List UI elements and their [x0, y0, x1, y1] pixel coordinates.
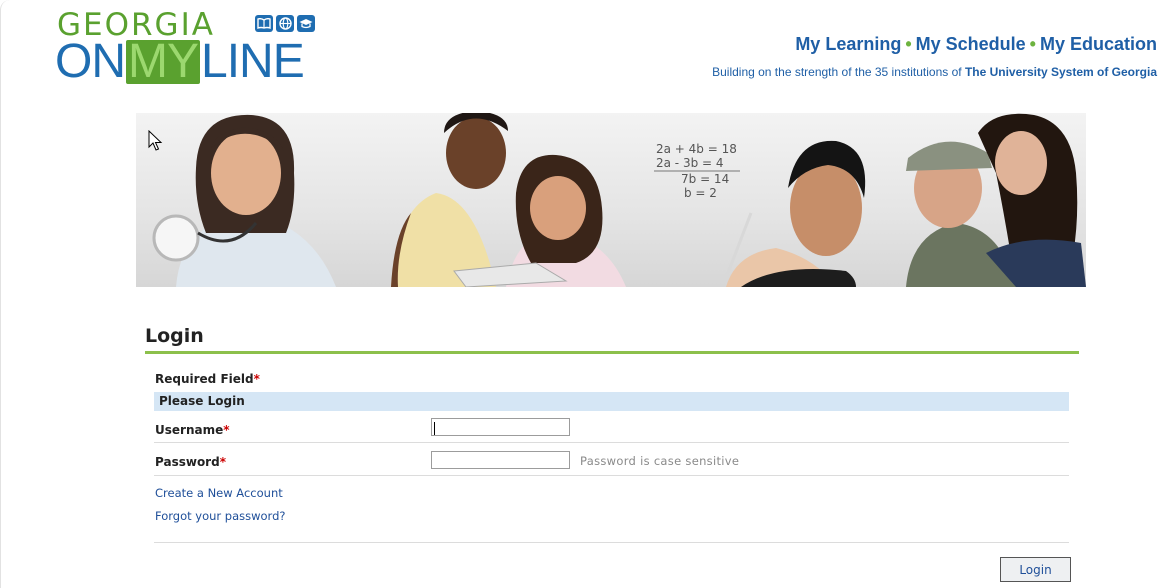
logo-icon-group [255, 15, 315, 32]
text-caret [434, 422, 435, 435]
required-field-note: Required Field* [155, 372, 260, 386]
math-line-4: b = 2 [684, 186, 717, 200]
banner-person-student [724, 140, 866, 287]
password-input[interactable] [431, 451, 570, 469]
password-label-text: Password [155, 455, 220, 469]
subline-usg: The University System of Georgia [964, 65, 1157, 79]
header-subline: Building on the strength of the 35 insti… [712, 65, 1157, 79]
row-divider [154, 442, 1069, 443]
banner-person-nurse [152, 114, 336, 287]
globe-icon [276, 15, 294, 32]
header-tagline: My Learning • My Schedule • My Education [795, 34, 1157, 55]
forgot-password-link[interactable]: Forgot your password? [155, 509, 285, 523]
page-frame-edge [0, 0, 11, 588]
math-line-2: 2a - 3b = 4 [656, 156, 724, 170]
logo-onmyline-text: ONMYLINE [55, 35, 305, 88]
username-input[interactable] [431, 418, 570, 436]
username-label-text: Username [155, 423, 224, 437]
create-account-link[interactable]: Create a New Account [155, 486, 283, 500]
banner-math-equations: 2a + 4b = 18 2a - 3b = 4 7b = 14 b = 2 [654, 142, 740, 200]
mouse-cursor-icon [148, 130, 163, 151]
required-star: * [219, 455, 226, 469]
password-label: Password* [155, 455, 226, 469]
required-star: * [223, 423, 230, 437]
login-heading: Login [145, 325, 204, 347]
tagline-dot: • [905, 34, 912, 54]
required-star: * [253, 372, 260, 386]
subline-text: Building on the strength of the 35 insti… [712, 65, 962, 79]
tagline-my-education: My Education [1039, 34, 1157, 54]
tagline-my-learning: My Learning [795, 34, 902, 54]
graduation-cap-icon [297, 15, 315, 32]
logo-on: ON [55, 35, 126, 88]
tagline-my-schedule: My Schedule [915, 34, 1026, 54]
book-icon [255, 15, 273, 32]
username-label: Username* [155, 423, 230, 437]
logo-line: LINE [201, 35, 305, 88]
logo-my: MY [126, 35, 200, 88]
hero-banner-image: 2a + 4b = 18 2a - 3b = 4 7b = 14 b = 2 [136, 113, 1086, 287]
georgia-onmyline-logo[interactable]: GEORGIA ONMYLINE [55, 6, 355, 88]
please-login-bar: Please Login [154, 392, 1069, 411]
banner-person-mother [391, 113, 508, 287]
row-divider [154, 542, 1069, 543]
banner-illustration: 2a + 4b = 18 2a - 3b = 4 7b = 14 b = 2 [152, 113, 1086, 287]
row-divider [154, 475, 1069, 476]
math-line-3: 7b = 14 [681, 172, 729, 186]
required-field-label: Required Field [155, 372, 254, 386]
math-line-1: 2a + 4b = 18 [656, 142, 737, 156]
banner-person-soldier-couple [906, 113, 1086, 287]
login-button[interactable]: Login [1000, 557, 1071, 582]
password-hint: Password is case sensitive [580, 454, 740, 468]
tagline-dot: • [1029, 34, 1036, 54]
login-heading-rule [145, 351, 1079, 354]
